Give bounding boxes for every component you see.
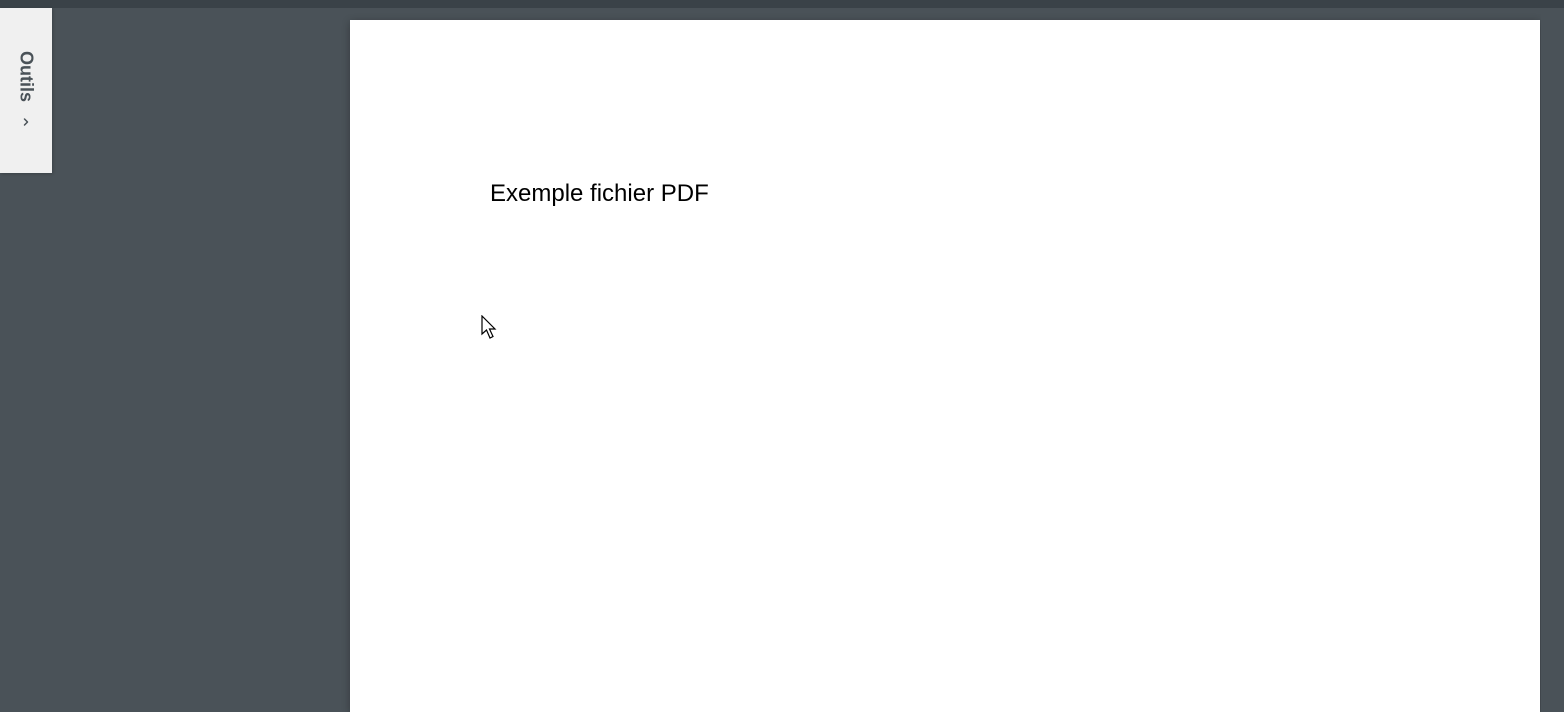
chevron-right-icon: [18, 114, 34, 130]
tools-panel-tab[interactable]: Outils: [0, 8, 52, 173]
tools-label: Outils: [16, 51, 37, 102]
document-title-text: Exemple fichier PDF: [490, 180, 709, 208]
pdf-page[interactable]: Exemple fichier PDF: [350, 20, 1540, 712]
top-bar: [0, 0, 1564, 8]
vertical-scrollbar[interactable]: [1541, 8, 1564, 712]
